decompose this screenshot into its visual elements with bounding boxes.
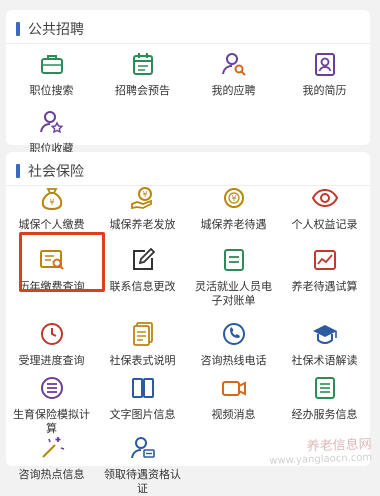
section-title-recruitment: 公共招聘 bbox=[16, 20, 84, 38]
section-title-insurance: 社会保险 bbox=[16, 162, 84, 180]
public-recruitment-card: 公共招聘 职位搜索 招聘会预告 我的应聘 我的简历 职位收藏 bbox=[6, 10, 370, 155]
benefit-eligibility-button[interactable]: 领取待遇资格认证 bbox=[97, 434, 188, 496]
cell-label: 经办服务信息 bbox=[291, 408, 358, 421]
edit-icon bbox=[132, 247, 155, 270]
record-search-icon bbox=[39, 250, 64, 270]
my-applications-button[interactable]: 我的应聘 bbox=[188, 50, 279, 98]
cell-label: 咨询热线电话 bbox=[200, 354, 267, 367]
cell-label: 社保表式说明 bbox=[109, 354, 176, 367]
personal-rights-record-button[interactable]: 个人权益记录 bbox=[279, 184, 370, 232]
cell-label: 灵活就业人员电子对账单 bbox=[195, 280, 272, 307]
cell-label: 文字图片信息 bbox=[109, 408, 176, 421]
cell-label: 历年缴费查询 bbox=[18, 280, 85, 293]
saved-jobs-button[interactable]: 职位收藏 bbox=[6, 108, 97, 156]
hotline-button[interactable]: 咨询热线电话 bbox=[188, 320, 279, 368]
graduation-cap-icon bbox=[312, 325, 337, 345]
hot-topics-button[interactable]: 咨询热点信息 bbox=[6, 434, 97, 482]
svg-text:¥: ¥ bbox=[231, 194, 236, 203]
calendar-icon bbox=[132, 53, 153, 75]
section-title-text: 公共招聘 bbox=[28, 22, 84, 38]
resume-icon bbox=[314, 53, 335, 76]
svg-text:¥: ¥ bbox=[142, 190, 147, 199]
user-search-icon bbox=[221, 53, 246, 76]
cell-label: 我的简历 bbox=[302, 84, 347, 97]
list-icon bbox=[314, 377, 335, 399]
cell-label: 我的应聘 bbox=[211, 84, 256, 97]
user-star-icon bbox=[39, 111, 63, 134]
yearly-payment-query-button[interactable]: 历年缴费查询 bbox=[6, 246, 97, 294]
text-image-info-button[interactable]: 文字图片信息 bbox=[97, 374, 188, 422]
progress-query-button[interactable]: 受理进度查询 bbox=[6, 320, 97, 368]
section-marker bbox=[16, 164, 20, 178]
yen-coin-icon: ¥ bbox=[223, 188, 244, 208]
video-message-button[interactable]: 视频消息 bbox=[188, 374, 279, 422]
cell-label: 招聘会预告 bbox=[115, 84, 170, 97]
personal-contribution-button[interactable]: ¥ 城保个人缴费 bbox=[6, 184, 97, 232]
cell-label: 视频消息 bbox=[211, 408, 256, 421]
yen-hand-icon: ¥ bbox=[130, 187, 152, 210]
document-icon bbox=[132, 322, 153, 346]
maternity-calculator-button[interactable]: 生育保险模拟计算 bbox=[6, 374, 97, 436]
svg-text:¥: ¥ bbox=[49, 198, 54, 207]
e-statement-button[interactable]: 灵活就业人员电子对账单 bbox=[188, 246, 279, 308]
cell-label: 职位搜索 bbox=[29, 84, 74, 97]
briefcase-icon bbox=[40, 55, 63, 74]
divider bbox=[6, 43, 370, 44]
chart-icon bbox=[313, 250, 336, 270]
cell-label: 城保个人缴费 bbox=[18, 218, 85, 231]
cell-label: 个人权益记录 bbox=[291, 218, 358, 231]
bill-icon bbox=[223, 249, 244, 271]
cell-label: 生育保险模拟计算 bbox=[13, 408, 90, 435]
clock-icon bbox=[40, 323, 63, 345]
service-info-button[interactable]: 经办服务信息 bbox=[279, 374, 370, 422]
book-icon bbox=[131, 378, 154, 398]
terms-explained-button[interactable]: 社保术语解读 bbox=[279, 320, 370, 368]
cell-label: 城保养老发放 bbox=[109, 218, 176, 231]
pension-benefit-button[interactable]: ¥ 城保养老待遇 bbox=[188, 184, 279, 232]
cell-label: 受理进度查询 bbox=[18, 354, 85, 367]
section-title-text: 社会保险 bbox=[28, 164, 84, 180]
watermark: 养老信息网 www.yanglaocn.com bbox=[269, 437, 373, 468]
eye-icon bbox=[311, 188, 338, 208]
list-circle-icon bbox=[40, 377, 63, 399]
money-bag-icon: ¥ bbox=[41, 188, 62, 211]
pension-calculator-button[interactable]: 养老待遇试算 bbox=[279, 246, 370, 294]
watermark-title: 养老信息网 bbox=[306, 437, 373, 455]
job-fair-preview-button[interactable]: 招聘会预告 bbox=[97, 50, 188, 98]
user-verify-icon bbox=[130, 437, 155, 459]
cell-label: 社保术语解读 bbox=[291, 354, 358, 367]
video-icon bbox=[221, 381, 246, 396]
cell-label: 联系信息更改 bbox=[109, 280, 176, 293]
contact-info-edit-button[interactable]: 联系信息更改 bbox=[97, 246, 188, 294]
sparkle-icon bbox=[41, 437, 64, 458]
phone-icon bbox=[222, 323, 245, 345]
cell-label: 领取待遇资格认证 bbox=[104, 468, 181, 495]
social-insurance-card: 社会保险 ¥ 城保个人缴费 ¥ 城保养老发放 ¥ 城保养老待遇 个人权益记录 历… bbox=[6, 152, 370, 495]
pension-payout-button[interactable]: ¥ 城保养老发放 bbox=[97, 184, 188, 232]
cell-label: 城保养老待遇 bbox=[200, 218, 267, 231]
job-search-button[interactable]: 职位搜索 bbox=[6, 50, 97, 98]
cell-label: 养老待遇试算 bbox=[291, 280, 358, 293]
cell-label: 咨询热点信息 bbox=[18, 468, 85, 481]
section-marker bbox=[16, 22, 20, 36]
my-resume-button[interactable]: 我的简历 bbox=[279, 50, 370, 98]
form-instructions-button[interactable]: 社保表式说明 bbox=[97, 320, 188, 368]
